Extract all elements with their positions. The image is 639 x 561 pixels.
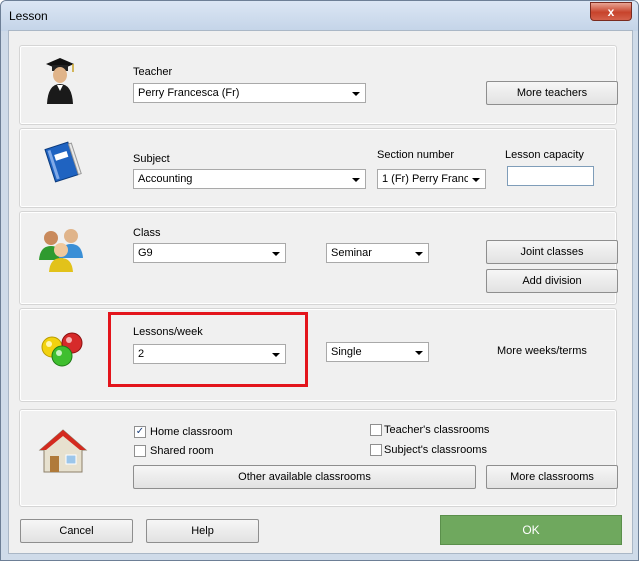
- lesson-capacity-input[interactable]: [507, 166, 594, 186]
- chevron-down-icon: [472, 178, 480, 182]
- more-teachers-button[interactable]: More teachers: [486, 81, 618, 105]
- subject-value: Accounting: [138, 173, 193, 185]
- chevron-down-icon: [272, 252, 280, 256]
- lesson-type-value: Seminar: [331, 247, 372, 259]
- teacher-section: Teacher Perry Francesca (Fr) More teache…: [19, 45, 618, 125]
- class-combo[interactable]: G9: [133, 243, 286, 263]
- joint-classes-button[interactable]: Joint classes: [486, 240, 618, 264]
- teacher-label: Teacher: [133, 66, 173, 78]
- subject-label: Subject: [133, 153, 170, 165]
- title-bar: Lesson x: [1, 1, 638, 31]
- lesson-length-value: Single: [331, 346, 362, 358]
- class-value: G9: [138, 247, 153, 259]
- cancel-button[interactable]: Cancel: [20, 519, 133, 543]
- shared-room-checkbox[interactable]: [134, 445, 146, 457]
- teacher-value: Perry Francesca (Fr): [138, 87, 240, 99]
- other-available-classrooms-button[interactable]: Other available classrooms: [133, 465, 476, 489]
- subjects-classrooms-checkbox[interactable]: [370, 444, 382, 456]
- section-number-label: Section number: [377, 149, 455, 161]
- more-weeks-terms-link[interactable]: More weeks/terms: [497, 345, 587, 357]
- dialog-body: Teacher Perry Francesca (Fr) More teache…: [8, 30, 633, 554]
- home-classroom-label: Home classroom: [150, 426, 233, 438]
- students-icon: [39, 229, 83, 272]
- subject-combo[interactable]: Accounting: [133, 169, 366, 189]
- chevron-down-icon: [415, 252, 423, 256]
- teacher-combo[interactable]: Perry Francesca (Fr): [133, 83, 366, 103]
- class-section: Class G9 Seminar Joint classes Add divis…: [19, 211, 618, 305]
- chevron-down-icon: [415, 351, 423, 355]
- shared-room-label: Shared room: [150, 445, 214, 457]
- add-division-button[interactable]: Add division: [486, 269, 618, 293]
- close-button[interactable]: x: [590, 2, 632, 21]
- class-label: Class: [133, 227, 161, 239]
- book-icon: [44, 141, 82, 183]
- subject-section: Subject Accounting Section number 1 (Fr)…: [19, 128, 617, 208]
- lesson-capacity-label: Lesson capacity: [505, 149, 584, 161]
- window-title: Lesson: [9, 9, 48, 23]
- section-number-value: 1 (Fr) Perry Franc: [382, 173, 468, 185]
- balls-icon: [41, 332, 83, 367]
- teacher-icon: [46, 58, 74, 104]
- house-icon: [38, 429, 88, 473]
- ok-button[interactable]: OK: [440, 515, 622, 545]
- classroom-section: ✓ Home classroom Shared room Teacher's c…: [19, 409, 618, 507]
- teachers-classrooms-label: Teacher's classrooms: [384, 424, 490, 436]
- subjects-classrooms-label: Subject's classrooms: [384, 444, 487, 456]
- more-classrooms-button[interactable]: More classrooms: [486, 465, 618, 489]
- lesson-type-combo[interactable]: Seminar: [326, 243, 429, 263]
- teachers-classrooms-checkbox[interactable]: [370, 424, 382, 436]
- home-classroom-checkbox[interactable]: ✓: [134, 426, 146, 438]
- lesson-dialog: Lesson x Teacher Perry Francesca (Fr) Mo…: [0, 0, 639, 561]
- highlight-box: [108, 312, 308, 387]
- chevron-down-icon: [352, 178, 360, 182]
- chevron-down-icon: [352, 92, 360, 96]
- lesson-length-combo[interactable]: Single: [326, 342, 429, 362]
- section-number-combo[interactable]: 1 (Fr) Perry Franc: [377, 169, 486, 189]
- help-button[interactable]: Help: [146, 519, 259, 543]
